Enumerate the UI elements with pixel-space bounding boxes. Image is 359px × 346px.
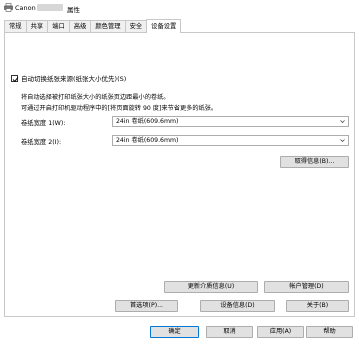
account-management-button[interactable]: 帐户管理(D)	[264, 281, 349, 293]
auto-switch-option[interactable]: 自动切换纸张来源(纸张大小优先)(S)	[11, 73, 126, 83]
window-title-prefix: Canon	[15, 4, 36, 12]
update-media-info-button[interactable]: 更新介质信息(U)	[164, 281, 258, 293]
help-button[interactable]: 帮助	[306, 326, 353, 338]
roll-width-1-select[interactable]: 24in 卷纸(609.6mm)	[112, 116, 349, 127]
device-info-button[interactable]: 设备信息(D)	[200, 300, 275, 312]
roll-width-1-value: 24in 卷纸(609.6mm)	[116, 118, 179, 125]
title-bar: Canon 属性	[0, 0, 359, 16]
check-icon	[12, 76, 19, 82]
roll-width-2-label: 卷纸宽度 2(I):	[21, 139, 62, 146]
about-button[interactable]: 关于(B)	[286, 300, 349, 312]
chevron-down-icon	[340, 120, 345, 123]
ok-button[interactable]: 确定	[150, 326, 199, 338]
chevron-down-icon	[340, 139, 345, 142]
printer-icon	[4, 3, 13, 12]
get-info-button[interactable]: 取得信息(B)...	[280, 156, 349, 168]
apply-button[interactable]: 应用(A)	[257, 326, 304, 338]
preferences-button[interactable]: 首选项(P)...	[115, 300, 178, 312]
roll-width-2-value: 24in 卷纸(609.6mm)	[116, 137, 179, 144]
auto-switch-checkbox[interactable]	[11, 74, 19, 82]
redacted-printer-name	[37, 4, 63, 11]
window-title-suffix: 属性	[67, 6, 80, 14]
description-line-2: 可通过开启打印机驱动程序中的[将页面旋转 90 度]来节省更多的纸张。	[21, 105, 218, 112]
description-line-1: 将自动选择被打印纸张大小的纸张页边距最小的卷纸。	[21, 94, 170, 101]
roll-width-2-select[interactable]: 24in 卷纸(609.6mm)	[112, 135, 349, 146]
cancel-button[interactable]: 取消	[206, 326, 253, 338]
tab-device-settings[interactable]: 设备设置	[146, 19, 182, 33]
roll-width-1-label: 卷纸宽度 1(W):	[21, 120, 66, 127]
auto-switch-label: 自动切换纸张来源(纸张大小优先)(S)	[21, 75, 127, 83]
